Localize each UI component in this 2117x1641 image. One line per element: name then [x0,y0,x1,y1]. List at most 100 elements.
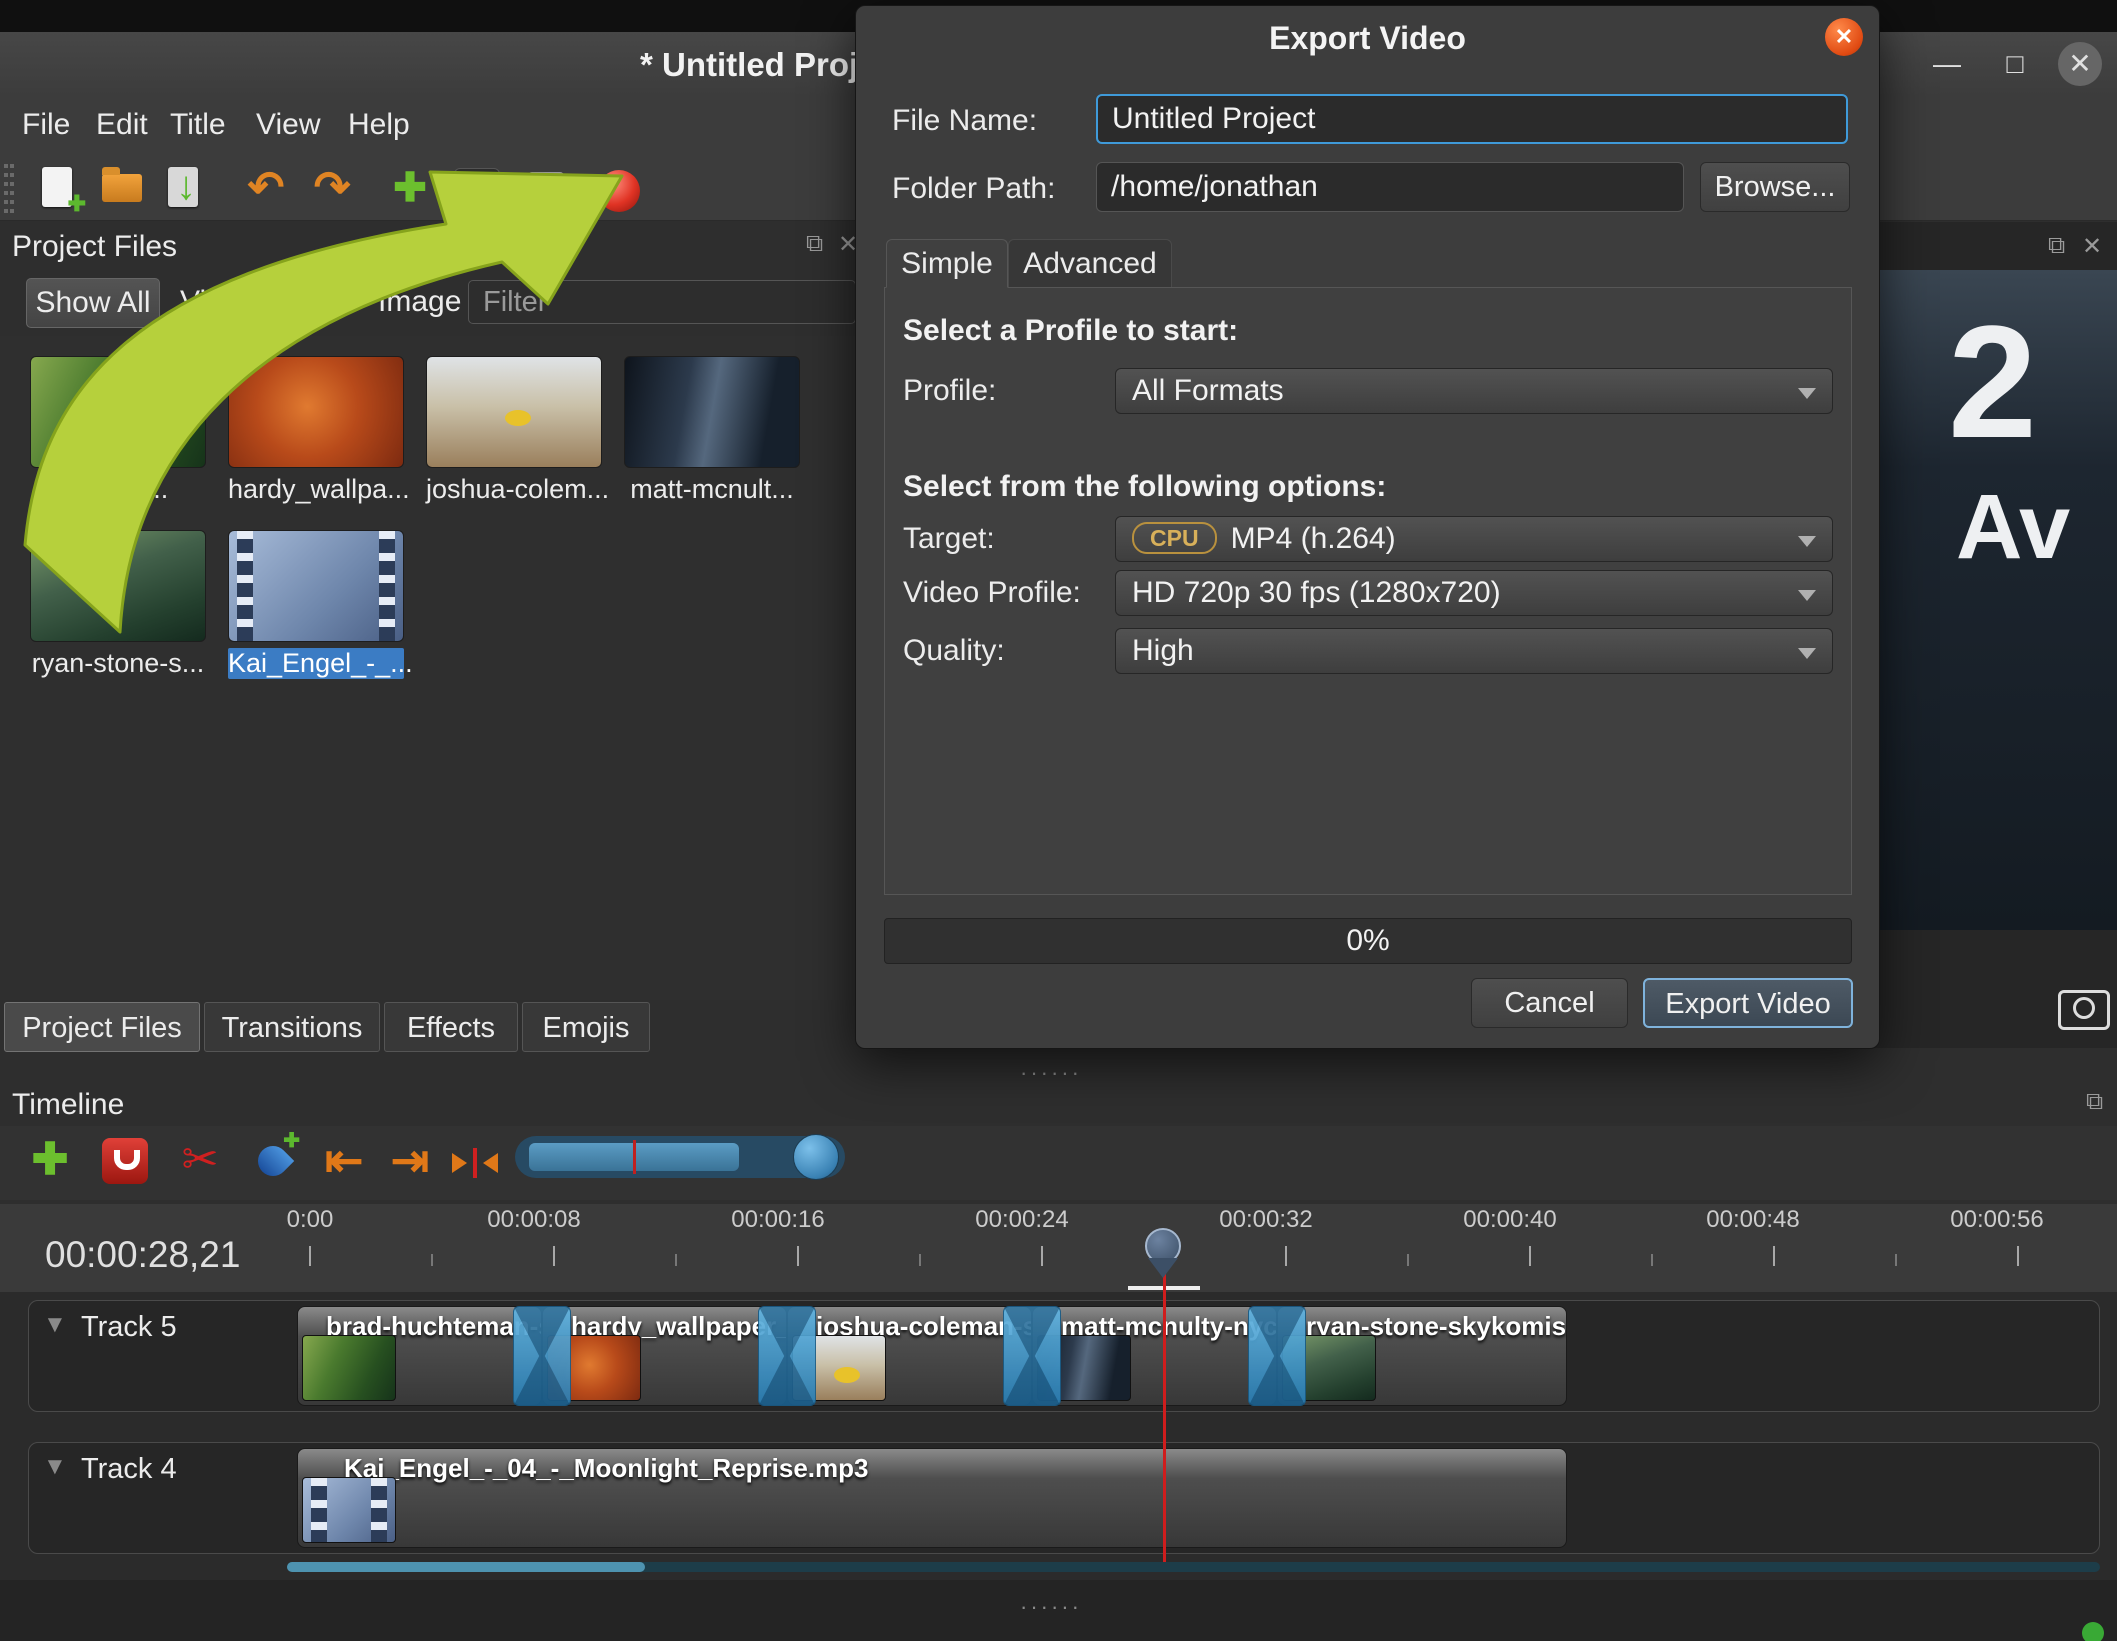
timeline-audio-clip[interactable]: Kai_Engel_-_04_-_Moonlight_Reprise.mp3 [297,1448,1567,1548]
menu-edit[interactable]: Edit [96,108,148,142]
add-track-icon[interactable]: ✚ [22,1132,78,1188]
file-item[interactable]: hardy_wallpa... [228,356,410,505]
previous-marker-icon[interactable]: ⇤ [316,1132,372,1188]
target-dropdown[interactable]: CPU MP4 (h.264) [1115,516,1833,562]
center-playhead-icon[interactable] [446,1132,502,1188]
zoom-knob[interactable] [793,1134,839,1180]
export-button[interactable]: Export Video [1643,978,1853,1028]
preview-sign-text: Av [1956,476,2071,578]
ruler-tick: 00:00:56 [1950,1206,2044,1233]
filter-audio[interactable]: Audio [280,278,357,326]
filter-show-all[interactable]: Show All [26,278,160,328]
file-item-selected[interactable]: Kai_Engel_-_... [228,530,413,679]
save-arrow-glyph: ↓ [176,164,196,208]
file-item[interactable]: matt-mcnult... [624,356,800,505]
menu-help[interactable]: Help [348,108,410,142]
transition-clip[interactable] [513,1306,571,1406]
quality-label: Quality: [903,634,1005,667]
close-preview-icon[interactable]: ✕ [2082,232,2102,261]
file-thumbnail[interactable] [30,530,206,642]
profile-value: All Formats [1132,374,1284,407]
snap-magnet-icon[interactable] [98,1132,154,1188]
maximize-icon[interactable]: □ [1993,42,2037,86]
float-timeline-icon[interactable]: ⧉ [2086,1088,2103,1116]
file-name-input[interactable] [1096,94,1848,144]
tab-effects[interactable]: Effects [384,1002,518,1052]
razor-scissors-icon[interactable]: ✂ [172,1132,228,1188]
center-arrows-shape [452,1148,498,1178]
file-label: brad-h... [67,474,169,504]
next-marker-icon[interactable]: ⇥ [382,1132,438,1188]
open-project-icon[interactable] [96,162,148,214]
filter-input[interactable] [468,280,856,324]
filter-image[interactable]: Image [378,278,461,326]
record-icon[interactable] [592,162,644,214]
file-item[interactable]: brad-h... [30,356,206,505]
timeline-clip[interactable]: hardy_wallpaper_ [542,1306,787,1406]
new-project-icon[interactable]: ✚ [34,162,86,215]
file-thumbnail[interactable] [228,530,404,642]
magnet-u-shape [114,1150,140,1170]
undo-icon[interactable]: ↶ [240,162,292,214]
file-item[interactable]: ryan-stone-s... [30,530,206,679]
ruler-tick: 00:00:48 [1706,1206,1800,1233]
dialog-close-icon[interactable]: ✕ [1825,18,1863,56]
menu-file[interactable]: File [22,108,70,142]
tab-emojis[interactable]: Emojis [522,1002,650,1052]
file-thumbnail[interactable] [426,356,602,468]
tab-transitions[interactable]: Transitions [204,1002,380,1052]
float-preview-icon[interactable]: ⧉ [2048,232,2065,260]
float-glyph: ⧉ [806,230,824,257]
file-label: ryan-stone-s... [31,648,205,678]
snapshot-camera-icon[interactable] [2058,990,2110,1030]
quality-value: High [1132,634,1194,667]
timeline-scrollbar-thumb[interactable] [287,1562,645,1572]
close-icon[interactable]: ✕ [2058,42,2102,86]
chevron-down-icon[interactable]: ▼ [43,1453,67,1481]
timeline-zoom-slider[interactable] [515,1134,845,1180]
export-shape [528,172,564,204]
save-project-icon[interactable]: ↓ [160,162,212,214]
toolbar-grip[interactable] [4,164,14,214]
video-profile-dropdown[interactable]: HD 720p 30 fps (1280x720) [1115,570,1833,616]
filter-video[interactable]: Video [180,278,256,326]
timeline-clip[interactable]: ryan-stone-skykomis... [1277,1306,1567,1406]
menu-view[interactable]: View [256,108,320,142]
tab-advanced[interactable]: Advanced [1008,239,1172,288]
cancel-button[interactable]: Cancel [1471,978,1628,1028]
file-item[interactable]: joshua-colem... [426,356,609,505]
playhead-line[interactable] [1163,1256,1166,1562]
export-video-icon[interactable] [520,162,572,214]
import-files-icon[interactable]: ✚ [384,162,436,214]
float-panel-icon[interactable]: ⧉ [806,230,823,258]
folder-path-input[interactable] [1096,162,1684,212]
file-thumbnail[interactable] [228,356,404,468]
track-4-row[interactable]: ▼ Track 4 Kai_Engel_-_04_-_Moonlight_Rep… [28,1442,2100,1554]
chevron-down-icon[interactable]: ▼ [43,1311,67,1339]
ruler-tick: 00:00:32 [1219,1206,1313,1233]
profile-section-heading: Select a Profile to start: [903,314,1239,347]
timeline-clip[interactable]: joshua-coleman-sc [787,1306,1032,1406]
profile-dropdown[interactable]: All Formats [1115,368,1833,414]
tab-project-files[interactable]: Project Files [4,1002,200,1052]
timeline-clip[interactable]: brad-huchteman-s [297,1306,542,1406]
timeline-clip[interactable]: matt-mcnulty-nyc- [1032,1306,1277,1406]
track-5-row[interactable]: ▼ Track 5 brad-huchteman-s hardy_wallpap… [28,1300,2100,1412]
browse-button[interactable]: Browse... [1700,162,1850,212]
minimize-icon[interactable]: — [1925,42,1969,86]
menu-title[interactable]: Title [170,108,226,142]
transition-clip[interactable] [1003,1306,1061,1406]
splitter-handle[interactable]: ······ [1020,1594,1082,1620]
file-thumbnail[interactable] [624,356,800,468]
redo-icon[interactable]: ↷ [306,162,358,214]
play-icon[interactable]: ▶ [450,162,502,214]
play-box: ▶ [454,168,500,210]
timeline-ruler[interactable]: 00:00:28,21 0:00 00:00:08 00:00:16 00:00… [0,1204,2117,1293]
add-marker-icon[interactable]: ✚ [246,1131,302,1188]
transition-clip[interactable] [1248,1306,1306,1406]
file-thumbnail[interactable] [30,356,206,468]
transition-clip[interactable] [758,1306,816,1406]
tab-simple[interactable]: Simple [886,239,1008,288]
playhead-handle[interactable] [1145,1228,1183,1284]
quality-dropdown[interactable]: High [1115,628,1833,674]
